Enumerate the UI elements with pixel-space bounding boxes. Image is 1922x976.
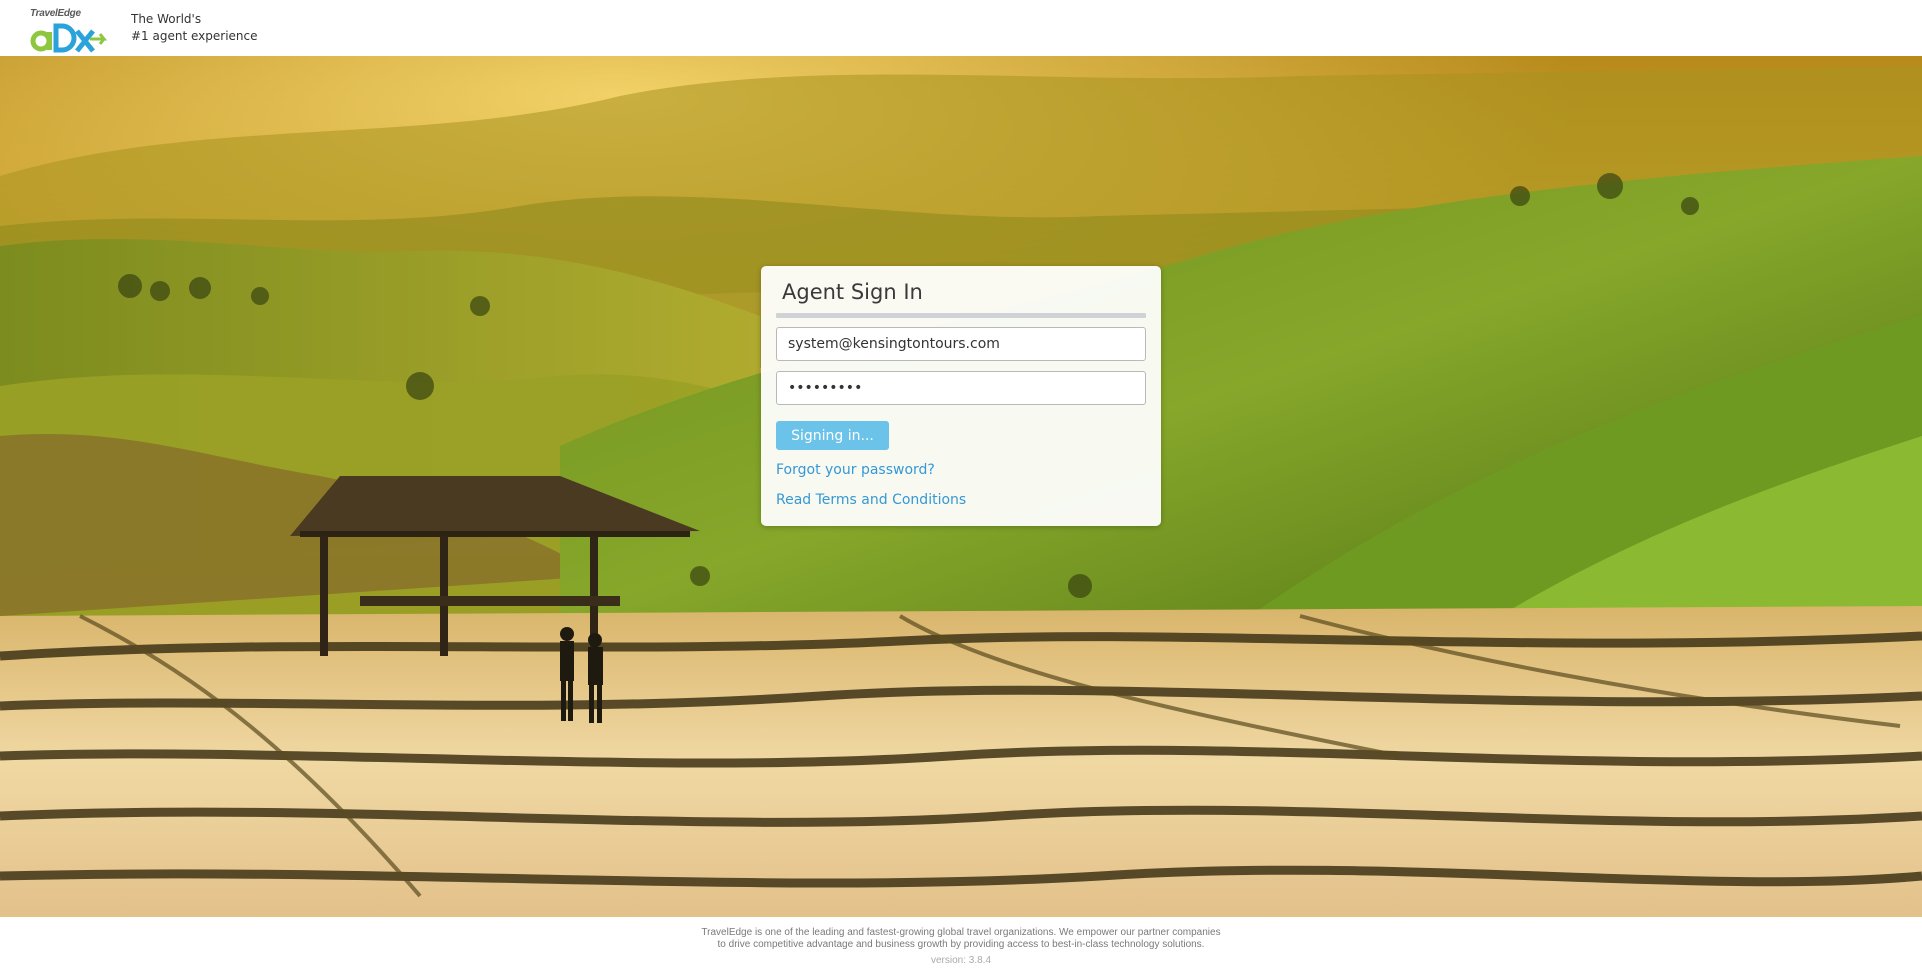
top-header: TravelEdge The World's #1 agent experien… [0,0,1922,56]
footer-line-1: TravelEdge is one of the leading and fas… [701,927,1221,938]
footer-description: TravelEdge is one of the leading and fas… [0,927,1922,951]
title-divider [776,313,1146,318]
page-footer: TravelEdge is one of the leading and fas… [0,917,1922,976]
agent-sign-in-card: Agent Sign In Signing in... Forgot your … [761,266,1161,526]
traveledge-adx-logo[interactable]: TravelEdge [30,8,112,53]
terms-and-conditions-link[interactable]: Read Terms and Conditions [776,492,966,508]
sign-in-title: Agent Sign In [782,280,923,304]
email-field[interactable] [776,327,1146,361]
tagline-line-2: #1 agent experience [131,29,258,43]
tagline: The World's #1 agent experience [131,11,258,45]
footer-line-2: to drive competitive advantage and busin… [717,939,1205,950]
hero-background-image: Agent Sign In Signing in... Forgot your … [0,56,1922,917]
password-field[interactable] [776,371,1146,405]
tagline-line-1: The World's [131,12,202,26]
forgot-password-link[interactable]: Forgot your password? [776,462,935,478]
adx-logo-mark [30,23,108,53]
version-label: version: 3.8.4 [930,955,992,966]
sign-in-button[interactable]: Signing in... [776,421,889,450]
